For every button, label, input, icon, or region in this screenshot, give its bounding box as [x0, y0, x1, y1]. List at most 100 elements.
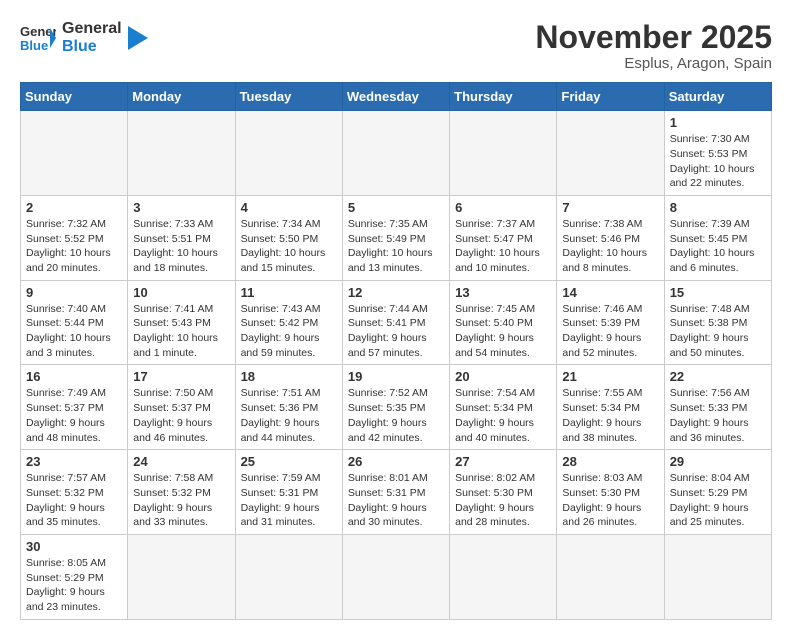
day-of-week-header: Tuesday: [235, 83, 342, 111]
calendar-cell: 23 Sunrise: 7:57 AM Sunset: 5:32 PM Dayli…: [21, 450, 128, 535]
calendar-cell: 8Sunrise: 7:39 AM Sunset: 5:45 PM Daylig…: [664, 195, 771, 280]
calendar-week-row: 30 Sunrise: 8:05 AM Sunset: 5:29 PM Dayli…: [21, 534, 772, 619]
calendar-cell: 27Sunrise: 8:02 AM Sunset: 5:30 PM Dayli…: [450, 450, 557, 535]
day-info: Sunrise: 7:44 AM Sunset: 5:41 PM Dayligh…: [348, 302, 444, 361]
calendar-cell: 14 Sunrise: 7:46 AM Sunset: 5:39 PM Dayli…: [557, 280, 664, 365]
calendar-cell: [235, 111, 342, 196]
calendar-week-row: 23 Sunrise: 7:57 AM Sunset: 5:32 PM Dayli…: [21, 450, 772, 535]
day-of-week-header: Sunday: [21, 83, 128, 111]
day-info: Sunrise: 7:49 AM Sunset: 5:37 PM Dayligh…: [26, 386, 122, 445]
calendar-cell: 21Sunrise: 7:55 AM Sunset: 5:34 PM Dayli…: [557, 365, 664, 450]
calendar-table: SundayMondayTuesdayWednesdayThursdayFrid…: [20, 82, 772, 620]
logo-blue-text: Blue: [62, 38, 122, 56]
day-info: Sunrise: 7:32 AM Sunset: 5:52 PM Dayligh…: [26, 217, 122, 276]
calendar-cell: 22 Sunrise: 7:56 AM Sunset: 5:33 PM Dayli…: [664, 365, 771, 450]
day-info: Sunrise: 7:46 AM Sunset: 5:39 PM Dayligh…: [562, 302, 658, 361]
calendar-cell: [450, 534, 557, 619]
day-number: 21: [562, 369, 658, 384]
day-info: Sunrise: 8:05 AM Sunset: 5:29 PM Dayligh…: [26, 556, 122, 615]
day-info: Sunrise: 7:58 AM Sunset: 5:32 PM Dayligh…: [133, 471, 229, 530]
calendar-cell: [557, 111, 664, 196]
month-title: November 2025: [535, 20, 772, 55]
day-number: 22: [670, 369, 766, 384]
svg-text:Blue: Blue: [20, 38, 48, 53]
day-info: Sunrise: 7:37 AM Sunset: 5:47 PM Dayligh…: [455, 217, 551, 276]
day-number: 8: [670, 200, 766, 215]
day-info: Sunrise: 7:41 AM Sunset: 5:43 PM Dayligh…: [133, 302, 229, 361]
day-number: 18: [241, 369, 337, 384]
day-info: Sunrise: 7:40 AM Sunset: 5:44 PM Dayligh…: [26, 302, 122, 361]
day-number: 4: [241, 200, 337, 215]
calendar-cell: [557, 534, 664, 619]
calendar-cell: 9 Sunrise: 7:40 AM Sunset: 5:44 PM Daylig…: [21, 280, 128, 365]
calendar-cell: 24 Sunrise: 7:58 AM Sunset: 5:32 PM Dayli…: [128, 450, 235, 535]
location: Esplus, Aragon, Spain: [535, 55, 772, 72]
day-info: Sunrise: 8:03 AM Sunset: 5:30 PM Dayligh…: [562, 471, 658, 530]
day-info: Sunrise: 8:01 AM Sunset: 5:31 PM Dayligh…: [348, 471, 444, 530]
day-of-week-header: Saturday: [664, 83, 771, 111]
logo-arrow-icon: [128, 22, 152, 54]
calendar-cell: [342, 534, 449, 619]
day-number: 25: [241, 454, 337, 469]
day-number: 19: [348, 369, 444, 384]
day-number: 23: [26, 454, 122, 469]
day-number: 16: [26, 369, 122, 384]
day-info: Sunrise: 7:43 AM Sunset: 5:42 PM Dayligh…: [241, 302, 337, 361]
day-info: Sunrise: 7:50 AM Sunset: 5:37 PM Dayligh…: [133, 386, 229, 445]
page-header: General Blue General Blue November 2025 …: [20, 20, 772, 72]
calendar-cell: [128, 534, 235, 619]
day-of-week-header: Wednesday: [342, 83, 449, 111]
day-number: 20: [455, 369, 551, 384]
calendar-week-row: 16 Sunrise: 7:49 AM Sunset: 5:37 PM Dayli…: [21, 365, 772, 450]
day-number: 15: [670, 285, 766, 300]
calendar-cell: 5Sunrise: 7:35 AM Sunset: 5:49 PM Daylig…: [342, 195, 449, 280]
day-number: 26: [348, 454, 444, 469]
day-info: Sunrise: 7:30 AM Sunset: 5:53 PM Dayligh…: [670, 132, 766, 191]
calendar-cell: 30 Sunrise: 8:05 AM Sunset: 5:29 PM Dayli…: [21, 534, 128, 619]
day-info: Sunrise: 7:48 AM Sunset: 5:38 PM Dayligh…: [670, 302, 766, 361]
calendar-cell: 4 Sunrise: 7:34 AM Sunset: 5:50 PM Daylig…: [235, 195, 342, 280]
day-info: Sunrise: 7:34 AM Sunset: 5:50 PM Dayligh…: [241, 217, 337, 276]
calendar-cell: 25 Sunrise: 7:59 AM Sunset: 5:31 PM Dayli…: [235, 450, 342, 535]
day-info: Sunrise: 7:54 AM Sunset: 5:34 PM Dayligh…: [455, 386, 551, 445]
day-number: 10: [133, 285, 229, 300]
logo: General Blue General Blue: [20, 20, 152, 56]
calendar-cell: 3Sunrise: 7:33 AM Sunset: 5:51 PM Daylig…: [128, 195, 235, 280]
calendar-cell: [128, 111, 235, 196]
day-number: 7: [562, 200, 658, 215]
calendar-cell: 29Sunrise: 8:04 AM Sunset: 5:29 PM Dayli…: [664, 450, 771, 535]
day-number: 6: [455, 200, 551, 215]
day-number: 24: [133, 454, 229, 469]
calendar-cell: 12Sunrise: 7:44 AM Sunset: 5:41 PM Dayli…: [342, 280, 449, 365]
day-info: Sunrise: 8:04 AM Sunset: 5:29 PM Dayligh…: [670, 471, 766, 530]
day-of-week-header: Thursday: [450, 83, 557, 111]
day-of-week-header: Monday: [128, 83, 235, 111]
day-number: 13: [455, 285, 551, 300]
calendar-cell: 20 Sunrise: 7:54 AM Sunset: 5:34 PM Dayli…: [450, 365, 557, 450]
calendar-cell: 16 Sunrise: 7:49 AM Sunset: 5:37 PM Dayli…: [21, 365, 128, 450]
day-number: 9: [26, 285, 122, 300]
day-number: 30: [26, 539, 122, 554]
calendar-cell: [235, 534, 342, 619]
calendar-cell: [450, 111, 557, 196]
calendar-cell: 28Sunrise: 8:03 AM Sunset: 5:30 PM Dayli…: [557, 450, 664, 535]
day-info: Sunrise: 7:56 AM Sunset: 5:33 PM Dayligh…: [670, 386, 766, 445]
logo-general-text: General: [62, 20, 122, 38]
day-number: 14: [562, 285, 658, 300]
calendar-cell: 19Sunrise: 7:52 AM Sunset: 5:35 PM Dayli…: [342, 365, 449, 450]
day-info: Sunrise: 8:02 AM Sunset: 5:30 PM Dayligh…: [455, 471, 551, 530]
day-number: 2: [26, 200, 122, 215]
calendar-cell: [21, 111, 128, 196]
calendar-week-row: 9 Sunrise: 7:40 AM Sunset: 5:44 PM Daylig…: [21, 280, 772, 365]
calendar-cell: 7Sunrise: 7:38 AM Sunset: 5:46 PM Daylig…: [557, 195, 664, 280]
calendar-cell: 13Sunrise: 7:45 AM Sunset: 5:40 PM Dayli…: [450, 280, 557, 365]
calendar-cell: 26 Sunrise: 8:01 AM Sunset: 5:31 PM Dayli…: [342, 450, 449, 535]
calendar-cell: 18Sunrise: 7:51 AM Sunset: 5:36 PM Dayli…: [235, 365, 342, 450]
day-of-week-header: Friday: [557, 83, 664, 111]
day-info: Sunrise: 7:57 AM Sunset: 5:32 PM Dayligh…: [26, 471, 122, 530]
calendar-cell: 11Sunrise: 7:43 AM Sunset: 5:42 PM Dayli…: [235, 280, 342, 365]
day-info: Sunrise: 7:59 AM Sunset: 5:31 PM Dayligh…: [241, 471, 337, 530]
day-number: 17: [133, 369, 229, 384]
title-block: November 2025 Esplus, Aragon, Spain: [535, 20, 772, 72]
day-number: 1: [670, 115, 766, 130]
